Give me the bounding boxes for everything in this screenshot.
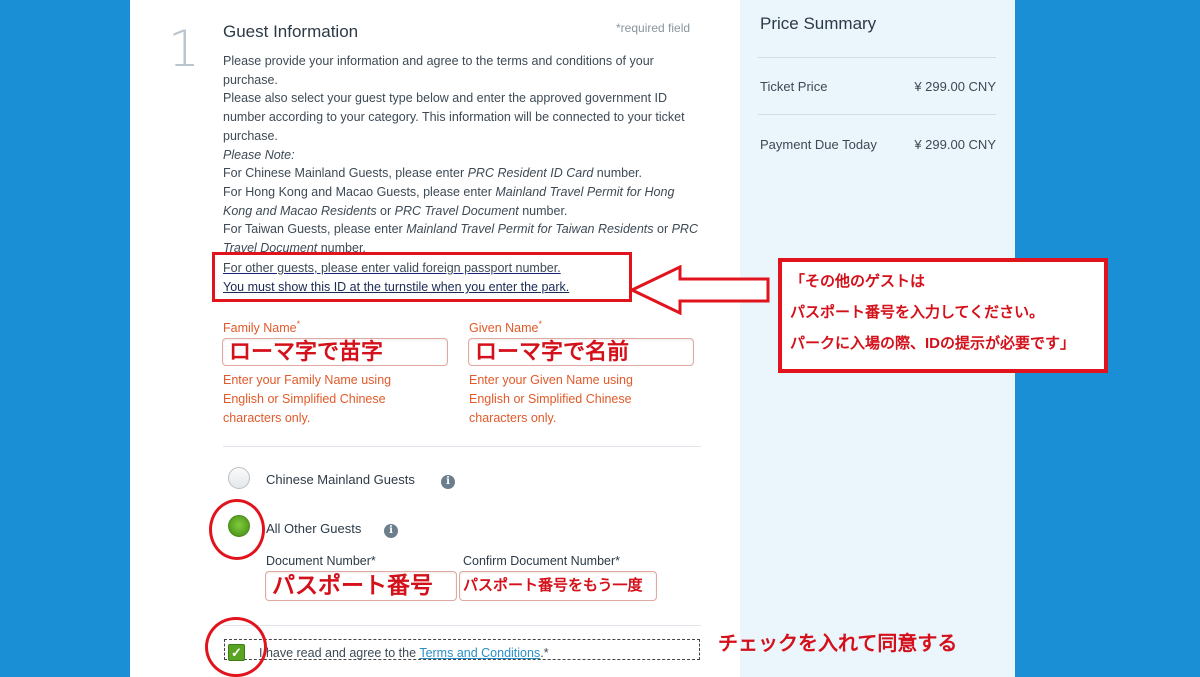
summary-title: Price Summary [760, 14, 877, 33]
intro-text: Please provide your information and agre… [223, 52, 703, 258]
annotation-line-2: パスポート番号を入力してください。 [790, 304, 1045, 321]
given-name-hint: Enter your Given Name using English or S… [469, 373, 633, 425]
given-name-input[interactable]: ローマ字で名前 [468, 338, 694, 366]
confirm-document-number-input[interactable]: パスポート番号をもう一度 [459, 571, 657, 601]
info-icon[interactable]: i [384, 524, 398, 538]
document-number-input[interactable]: パスポート番号 [265, 571, 457, 601]
divider [223, 625, 701, 626]
arrow-left-icon [630, 265, 770, 315]
note-label: Please Note: [223, 147, 295, 162]
given-name-label: Given Name* [469, 319, 542, 336]
hkmacao-note: For Hong Kong and Macao Guests, please e… [223, 184, 675, 218]
required-field-note: *required field [616, 21, 691, 35]
payment-due-label: Payment Due Today [760, 137, 877, 152]
family-name-label: Family Name* [223, 319, 301, 336]
mainland-note: For Chinese Mainland Guests, please ente… [223, 166, 642, 181]
check-annotation: チェックを入れて同意する [718, 633, 958, 655]
document-number-label: Document Number* [266, 554, 376, 568]
terms-link[interactable]: Terms and Conditions [419, 646, 540, 660]
family-name-input[interactable]: ローマ字で苗字 [222, 338, 448, 366]
divider [223, 446, 701, 447]
divider [758, 114, 996, 115]
terms-text: I have read and agree to the Terms and C… [259, 646, 549, 660]
ticket-price-label: Ticket Price [760, 79, 828, 94]
radio-label-all-other-guests[interactable]: All Other Guests [266, 521, 361, 536]
payment-due-value: ¥ 299.00 CNY [914, 137, 996, 152]
ticket-price-value: ¥ 299.00 CNY [914, 79, 996, 94]
divider [758, 57, 996, 58]
radio-chinese-mainland[interactable] [228, 467, 250, 489]
highlight-circle [209, 499, 265, 560]
intro-line-2: Please also select your guest type below… [223, 91, 685, 143]
section-title: Guest Information [223, 22, 359, 41]
annotation-line-1: 「その他のゲストは [790, 273, 926, 290]
intro-line-1: Please provide your information and agre… [223, 54, 654, 87]
family-name-hint: Enter your Family Name using English or … [223, 373, 392, 425]
confirm-document-number-label: Confirm Document Number* [463, 554, 620, 568]
annotation-line-3: パークに入場の際、IDの提示が必要です」 [790, 335, 1076, 352]
highlight-circle [205, 617, 267, 677]
annotation-box: 「その他のゲストは パスポート番号を入力してください。 パークに入場の際、IDの… [778, 258, 1108, 373]
step-number: 1 [168, 20, 200, 78]
highlight-box [212, 252, 632, 302]
info-icon[interactable]: i [441, 475, 455, 489]
radio-label-chinese-mainland[interactable]: Chinese Mainland Guests [266, 472, 415, 487]
